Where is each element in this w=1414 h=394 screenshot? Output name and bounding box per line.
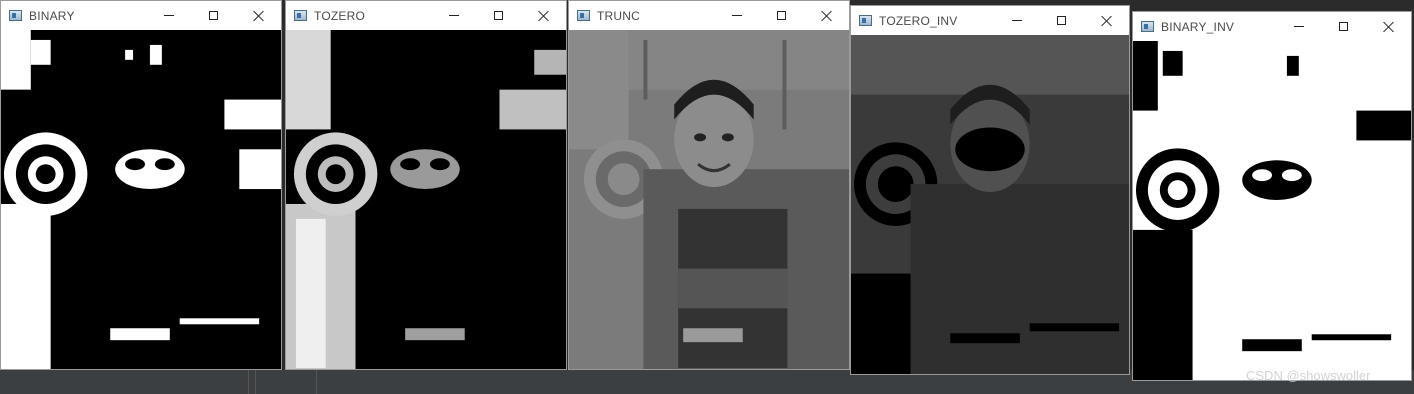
maximize-button[interactable] [1039,6,1084,35]
image-canvas [1133,41,1411,380]
close-button[interactable] [804,1,849,30]
image-window-icon [577,10,590,21]
image-window-icon [859,15,872,26]
image-canvas [569,30,849,369]
image-window-icon [1141,21,1154,32]
window-title: TRUNC [597,8,640,23]
maximize-button[interactable] [759,1,804,30]
taskbar-divider [248,370,249,394]
minimize-icon [731,15,742,16]
image-canvas [286,30,566,369]
close-button[interactable] [1366,12,1411,41]
window-binary[interactable]: BINARY [0,0,282,370]
maximize-icon [494,11,503,20]
window-title: BINARY_INV [1161,19,1235,34]
minimize-icon [1293,26,1304,27]
window-title: BINARY [29,8,75,23]
window-binary-inv[interactable]: BINARY_INV [1132,11,1412,381]
window-title: TOZERO_INV [879,13,958,28]
close-icon [1383,21,1395,33]
maximize-icon [1057,16,1066,25]
title-bar[interactable]: BINARY_INV [1133,12,1411,41]
taskbar-divider [316,370,317,394]
image-canvas [1,30,281,369]
minimize-button[interactable] [146,1,191,30]
close-button[interactable] [521,1,566,30]
title-bar[interactable]: BINARY [1,1,281,30]
title-bar[interactable]: TOZERO_INV [851,6,1129,35]
tozero-inv-image [851,35,1129,374]
maximize-button[interactable] [476,1,521,30]
window-title: TOZERO [314,8,365,23]
window-trunc[interactable]: TRUNC [568,0,850,370]
close-icon [538,10,550,22]
window-tozero-inv[interactable]: TOZERO_INV [850,5,1130,375]
title-bar[interactable]: TRUNC [569,1,849,30]
tozero-image [286,30,566,369]
minimize-icon [163,15,174,16]
minimize-button[interactable] [714,1,759,30]
maximize-icon [209,11,218,20]
window-tozero[interactable]: TOZERO [285,0,567,370]
trunc-image [569,30,849,369]
watermark: CSDN @showswoller [1246,368,1371,383]
minimize-button[interactable] [1276,12,1321,41]
taskbar-divider [255,370,256,394]
maximize-icon [777,11,786,20]
close-icon [821,10,833,22]
minimize-icon [448,15,459,16]
maximize-button[interactable] [191,1,236,30]
image-window-icon [9,10,22,21]
binary-image [1,30,281,369]
image-window-icon [294,10,307,21]
title-bar[interactable]: TOZERO [286,1,566,30]
maximize-button[interactable] [1321,12,1366,41]
close-button[interactable] [236,1,281,30]
image-canvas [851,35,1129,374]
minimize-icon [1011,20,1022,21]
close-button[interactable] [1084,6,1129,35]
binary-inv-image [1133,41,1411,380]
minimize-button[interactable] [994,6,1039,35]
minimize-button[interactable] [431,1,476,30]
close-icon [253,10,265,22]
maximize-icon [1339,22,1348,31]
close-icon [1101,15,1113,27]
